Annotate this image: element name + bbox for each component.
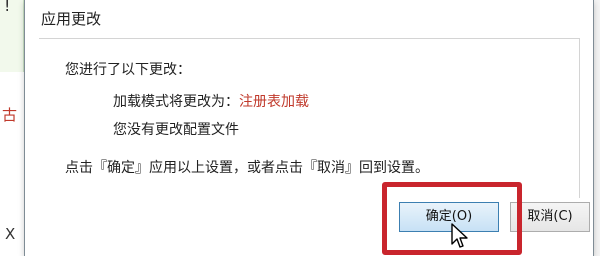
change-load-mode-value: 注册表加载: [239, 94, 309, 110]
background-x-char: X: [5, 225, 16, 243]
instruction-text: 点击『确定』应用以上设置，或者点击『取消』回到设置。: [65, 160, 429, 176]
intro-text: 您进行了以下更改：: [65, 62, 191, 78]
dialog-titlebar: 应用更改: [25, 0, 593, 38]
cancel-button[interactable]: 取消(C): [510, 202, 590, 232]
background-window-right: [594, 0, 600, 256]
background-red-char: 古: [2, 106, 18, 124]
mouse-pointer-icon: [451, 223, 468, 248]
background-exclaim: !: [4, 0, 11, 15]
change-load-mode-label: 加载模式将更改为：: [113, 94, 239, 110]
change-item-config: 您没有更改配置文件: [113, 122, 239, 138]
dialog-title: 应用更改: [41, 10, 102, 28]
dialog-content: 您进行了以下更改： 加载模式将更改为：注册表加载 您没有更改配置文件 点击『确定…: [39, 38, 580, 200]
apply-changes-dialog: 应用更改 您进行了以下更改： 加载模式将更改为：注册表加载 您没有更改配置文件 …: [24, 0, 594, 256]
change-item-load-mode: 加载模式将更改为：注册表加载: [113, 91, 309, 111]
background-window-left: ! 古 X: [0, 0, 24, 256]
